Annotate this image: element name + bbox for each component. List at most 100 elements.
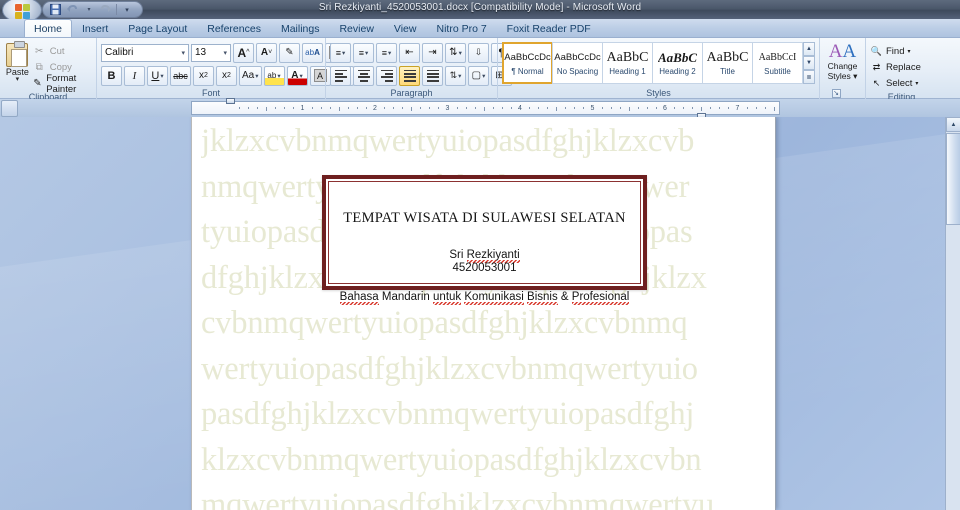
undo-icon[interactable] bbox=[64, 3, 80, 17]
style-subtitle[interactable]: AaBbCcI Subtitle bbox=[752, 42, 803, 84]
tab-references[interactable]: References bbox=[197, 19, 271, 37]
chevron-down-icon[interactable]: ▾ bbox=[907, 48, 910, 55]
bold-button[interactable]: B bbox=[101, 65, 122, 86]
style-normal[interactable]: AaBbCcDc ¶ Normal bbox=[502, 42, 553, 84]
multilevel-list-button[interactable]: ≡ ▾ bbox=[376, 42, 397, 63]
change-case-button[interactable]: Aa ▾ bbox=[239, 65, 262, 86]
sort-az-button[interactable]: ⇩ bbox=[468, 42, 489, 63]
styles-scroll-up-button[interactable]: ▲ bbox=[803, 42, 815, 56]
font-color-button[interactable]: A ▾ bbox=[286, 65, 308, 86]
superscript-button[interactable]: x2 bbox=[216, 65, 237, 86]
undo-dropdown-icon[interactable]: ▾ bbox=[81, 3, 97, 17]
paste-dropdown-icon[interactable]: ▾ bbox=[16, 76, 20, 83]
save-icon[interactable] bbox=[47, 3, 63, 17]
style-preview: AaBbC bbox=[657, 50, 697, 64]
select-button[interactable]: ↖ Select ▾ bbox=[870, 75, 919, 91]
style-title[interactable]: AaBbC Title bbox=[702, 42, 753, 84]
text-highlight-color-button[interactable]: ab ▾ bbox=[263, 65, 285, 86]
tab-mailings[interactable]: Mailings bbox=[271, 19, 330, 37]
style-heading2[interactable]: AaBbC Heading 2 bbox=[652, 42, 703, 84]
phonetic-guide-button[interactable]: ab A bbox=[302, 42, 323, 63]
tab-nitro-pro-7[interactable]: Nitro Pro 7 bbox=[426, 19, 496, 37]
tab-review[interactable]: Review bbox=[329, 19, 383, 37]
scrollbar-thumb[interactable] bbox=[946, 133, 960, 225]
replace-icon: ⇄ bbox=[872, 61, 881, 72]
decrease-indent-button[interactable]: ⇤ bbox=[399, 42, 420, 63]
align-left-button[interactable] bbox=[330, 65, 351, 86]
styles-scroll-down-button[interactable]: ▼ bbox=[803, 56, 815, 70]
horizontal-ruler[interactable]: 1 2 3 4 5 6 7 bbox=[191, 98, 780, 119]
tab-insert[interactable]: Insert bbox=[72, 19, 118, 37]
font-row-1: Calibri ▾ 13 ▾ A^ A˅ ✎ abA A bbox=[101, 42, 346, 63]
left-indent-marker[interactable] bbox=[226, 98, 235, 104]
ruler-tick bbox=[293, 107, 295, 109]
ruler-tick bbox=[320, 107, 322, 109]
ruler-tick bbox=[356, 107, 358, 109]
change-styles-button[interactable]: AA Change Styles ▾ bbox=[828, 42, 858, 81]
clear-formatting-button[interactable]: ✎ bbox=[279, 42, 300, 63]
sort-button[interactable]: ⇅ ▾ bbox=[445, 42, 466, 63]
ruler-tick bbox=[655, 107, 657, 109]
paste-button[interactable]: Paste ▾ bbox=[4, 41, 31, 83]
styles-more-button[interactable]: ≣ bbox=[803, 70, 815, 84]
tab-foxit-reader-pdf[interactable]: Foxit Reader PDF bbox=[497, 19, 601, 37]
style-name: No Spacing bbox=[556, 66, 599, 76]
lorem-line: wertyuiopasdfghjklzxcvbnmqwertyuio bbox=[201, 350, 698, 387]
vertical-scrollbar[interactable]: ▲ bbox=[945, 117, 960, 510]
format-painter-button[interactable]: ✎ Format Painter bbox=[33, 73, 92, 95]
distributed-button[interactable] bbox=[422, 65, 443, 86]
ruler-tick bbox=[465, 107, 467, 109]
tab-home[interactable]: Home bbox=[24, 19, 73, 37]
tab-stop-selector-button[interactable] bbox=[1, 100, 18, 117]
style-nospacing[interactable]: AaBbCcDc No Spacing bbox=[552, 42, 603, 84]
change-styles-dialog-launcher[interactable]: ↘ bbox=[831, 89, 841, 98]
align-right-button[interactable] bbox=[376, 65, 397, 86]
subject-text: Mandarin bbox=[381, 291, 430, 303]
document-page[interactable]: jklzxcvbnmqwertyuiopasdfghjklzxcvbnmqwer… bbox=[191, 117, 776, 510]
shading-button[interactable]: ▢ ▾ bbox=[468, 65, 489, 86]
align-center-button[interactable] bbox=[353, 65, 374, 86]
font-size-combo[interactable]: 13 ▾ bbox=[191, 43, 231, 62]
lorem-line: klzxcvbnmqwertyuiopasdfghjklzxcvbn bbox=[201, 441, 702, 478]
style-preview: AaBbCcDc bbox=[554, 51, 601, 63]
ruler-tick bbox=[492, 107, 494, 109]
redo-icon[interactable] bbox=[98, 3, 114, 17]
customize-qat-icon[interactable]: ▾ bbox=[119, 3, 135, 17]
subject-line-text: Bahasa Mandarin untuk Komunikasi Bisnis … bbox=[339, 291, 630, 305]
shrink-font-button[interactable]: A ˅ bbox=[256, 42, 277, 63]
label: Copy bbox=[49, 62, 72, 73]
justify-button[interactable] bbox=[399, 65, 420, 86]
bullets-button[interactable]: ≡ ▾ bbox=[330, 42, 351, 63]
style-heading1[interactable]: AaBbC Heading 1 bbox=[602, 42, 653, 84]
author-prefix: Sri bbox=[449, 249, 467, 261]
font-name-combo[interactable]: Calibri ▾ bbox=[101, 43, 189, 62]
subject-text: & bbox=[557, 291, 572, 303]
ruler-tick bbox=[637, 107, 639, 109]
tab-page-layout[interactable]: Page Layout bbox=[118, 19, 197, 37]
tab-view[interactable]: View bbox=[384, 19, 427, 37]
chevron-down-icon[interactable]: ▾ bbox=[915, 80, 918, 87]
grow-font-button[interactable]: A ^ bbox=[233, 42, 254, 63]
increase-indent-button[interactable]: ⇥ bbox=[422, 42, 443, 63]
cut-button[interactable]: ✂ Cut bbox=[33, 44, 92, 59]
numbering-button[interactable]: ≡ ▾ bbox=[353, 42, 374, 63]
find-button[interactable]: 🔍 Find ▾ bbox=[870, 43, 911, 59]
replace-button[interactable]: ⇄ Replace bbox=[870, 59, 921, 75]
style-preview: AaBbCcDc bbox=[504, 51, 551, 63]
misspelled-word: Bahasa bbox=[339, 291, 379, 305]
ruler-tick bbox=[393, 107, 395, 109]
scroll-up-button[interactable]: ▲ bbox=[946, 117, 960, 132]
strikethrough-button[interactable]: abc bbox=[170, 65, 191, 86]
ruler-tick bbox=[510, 107, 512, 109]
italic-button[interactable]: I bbox=[124, 65, 145, 86]
styles-gallery-scroll: ▲ ▼ ≣ bbox=[803, 42, 815, 84]
title-text-box[interactable]: TEMPAT WISATA DI SULAWESI SELATAN Sri Re… bbox=[322, 175, 647, 305]
ruler-tick bbox=[619, 107, 621, 109]
ruler-tick bbox=[601, 107, 603, 109]
subscript-button[interactable]: x2 bbox=[193, 65, 214, 86]
lorem-line: cvbnmqwertyuiopasdfghjklzxcvbnmq bbox=[201, 305, 688, 341]
underline-button[interactable]: U ▾ bbox=[147, 65, 168, 86]
style-preview: AaBbC bbox=[706, 50, 749, 64]
misspelled-word: Komunikasi bbox=[464, 291, 524, 305]
line-spacing-button[interactable]: ⇅ ▾ bbox=[445, 65, 466, 86]
